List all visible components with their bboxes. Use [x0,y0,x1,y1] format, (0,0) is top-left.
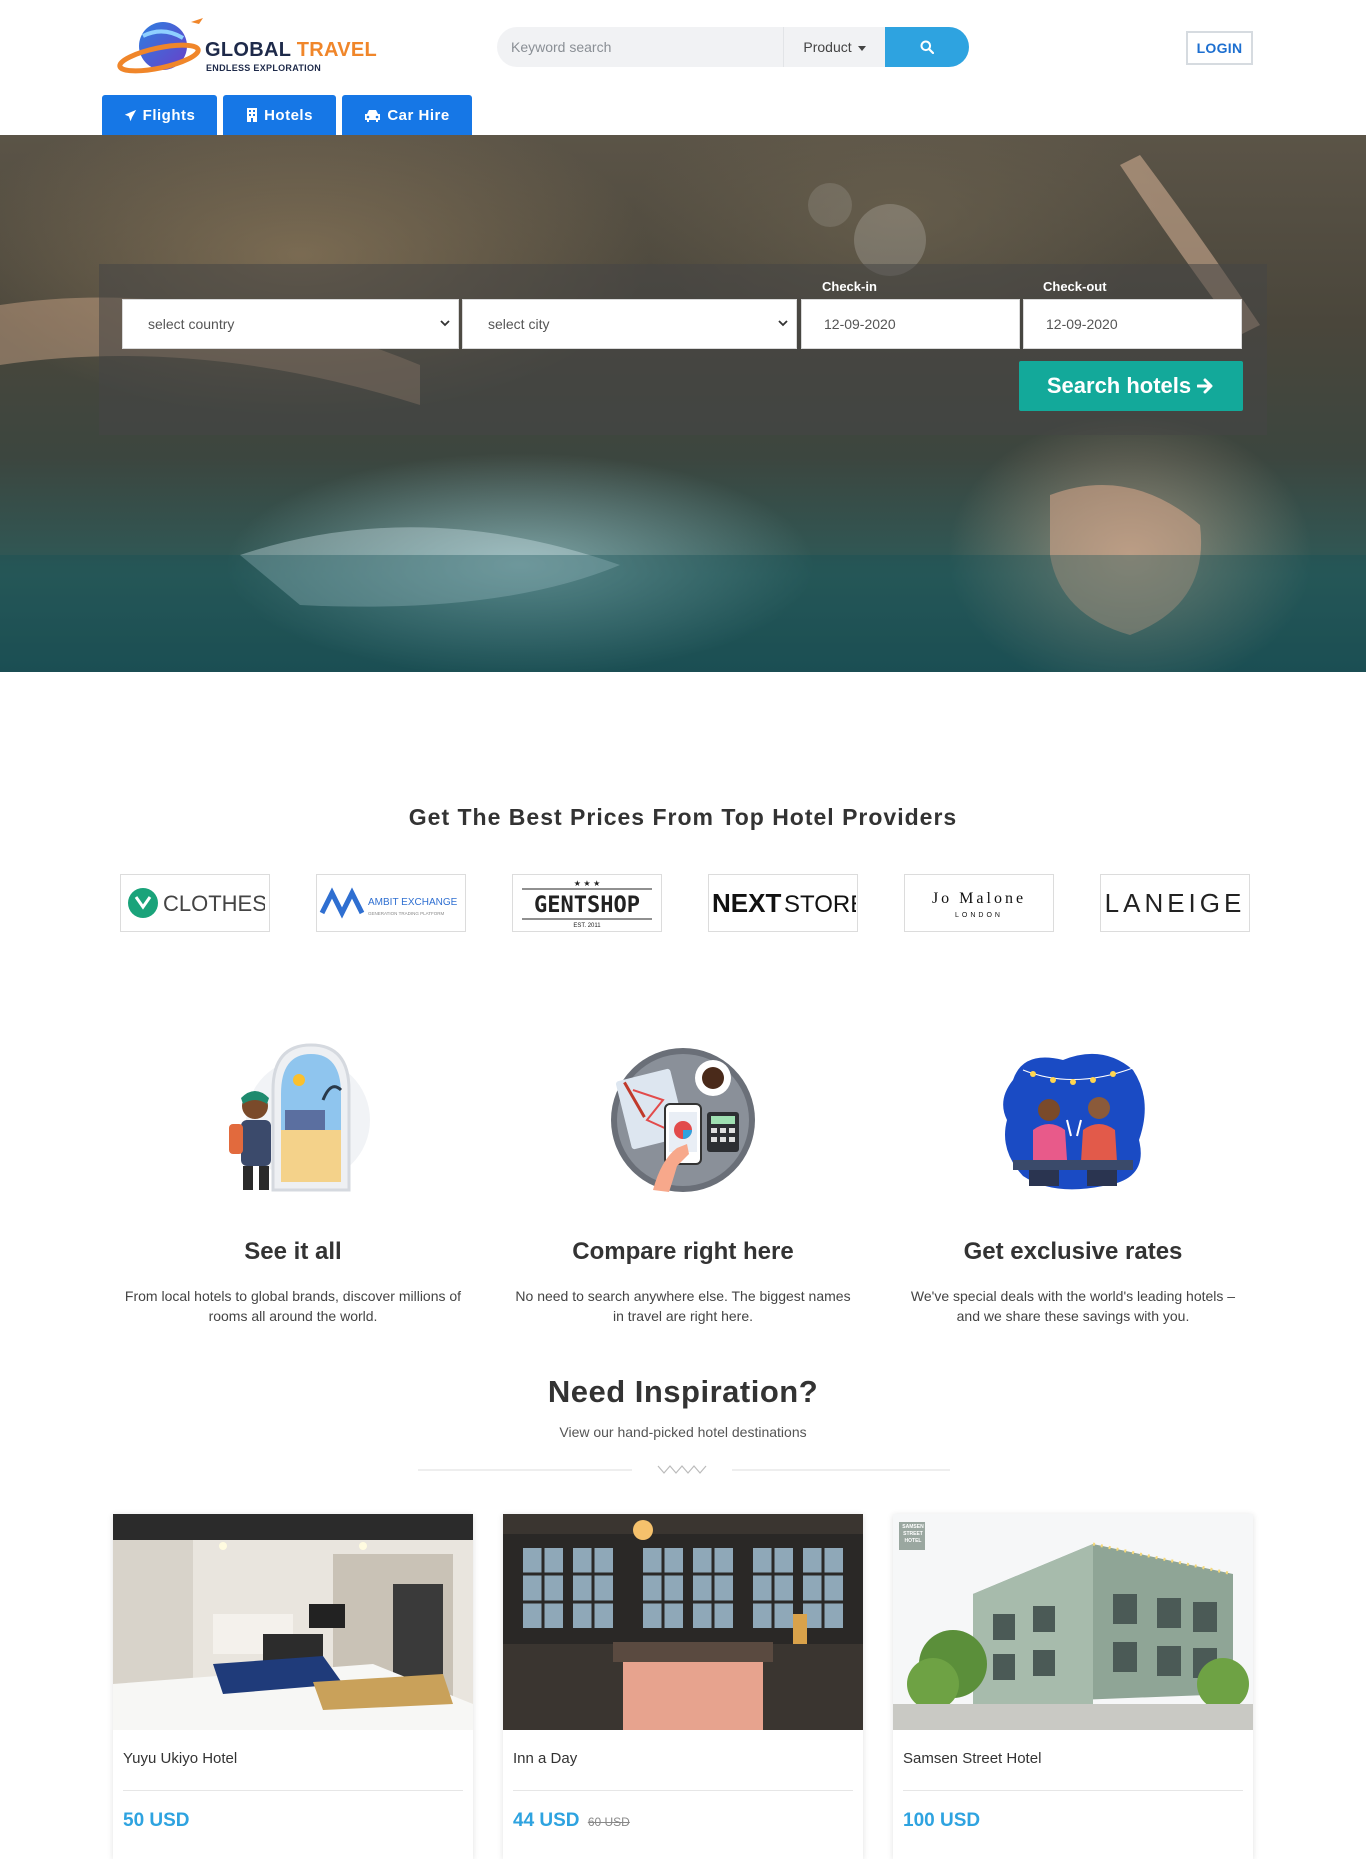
provider-gentshop-est: EST. 2011 [573,923,601,929]
provider-jomalone-city: LONDON [955,912,1003,919]
feature-title: Compare right here [572,1238,794,1265]
provider-logo-clothes[interactable]: CLOTHES [120,874,270,932]
arrow-right-icon [1197,378,1213,394]
hotel-card[interactable]: Yuyu Ukiyo Hotel 50 USD [113,1514,473,1859]
provider-next-text: NEXT [712,888,781,918]
hotel-photo[interactable]: SAMSEN STREET HOTEL [893,1514,1253,1730]
tab-flights-label: Flights [142,106,196,124]
tab-flights[interactable]: Flights [102,95,217,135]
hotel-card[interactable]: Inn a Day 44 USD 60 USD [503,1514,863,1859]
search-button[interactable] [885,27,969,67]
card-divider [123,1790,463,1791]
tab-car-hire[interactable]: Car Hire [342,95,472,135]
globe-logo-icon [117,18,203,74]
hotel-price: 100 USD [903,1810,980,1832]
inspiration-subtitle: View our hand-picked hotel destinations [559,1424,807,1440]
provider-logo-ambit[interactable]: AMBIT EXCHANGE GENERATION TRADING PLATFO… [316,874,466,932]
chevron-down-icon [440,320,450,327]
building-icon [247,108,258,122]
compare-phone-illustration [611,1048,755,1192]
provider-logo-laneige[interactable]: LANEIGE [1100,874,1250,932]
plane-icon [124,109,136,121]
feature-list: See it all From local hotels to global b… [113,1040,1253,1326]
hotel-price: 50 USD [123,1810,190,1832]
hotel-photo[interactable] [113,1514,473,1730]
checkin-date-input[interactable]: 12-09-2020 [801,299,1020,349]
provider-logo-jomalone[interactable]: Jo Malone LONDON [904,874,1054,932]
brand-tagline: ENDLESS EXPLORATION [206,63,322,73]
caret-down-icon [857,45,866,51]
provider-store-text: STORE [784,891,856,918]
product-dropdown[interactable]: Product [783,27,885,67]
feature-title: See it all [244,1238,342,1265]
checkout-date-input[interactable]: 12-09-2020 [1023,299,1242,349]
tab-car-hire-label: Car Hire [387,106,450,124]
hotel-old-price: 60 USD [587,1815,630,1829]
feature-title: Get exclusive rates [963,1238,1183,1265]
feature-exclusive-rates: Get exclusive rates We've special deals … [893,1040,1253,1326]
hotel-sign: SAMSEN STREET HOTEL [902,1524,924,1544]
feature-see-it-all: See it all From local hotels to global b… [113,1040,473,1326]
hotel-cards: Yuyu Ukiyo Hotel 50 USD Inn a Day 44 USD… [113,1514,1253,1859]
brand-name-part1: GLOBAL [205,39,291,61]
checkout-date-value: 12-09-2020 [1046,316,1118,332]
city-select-value: select city [488,316,550,332]
checkout-label: Check-out [1043,279,1107,294]
product-tabs: Flights Hotels Car Hire [102,95,472,135]
checkin-date-value: 12-09-2020 [824,316,896,332]
provider-clothes-text: CLOTHES [163,891,265,916]
feature-compare: Compare right here No need to search any… [503,1040,863,1326]
search-hotels-label: Search hotels [1046,373,1192,398]
hotel-name[interactable]: Yuyu Ukiyo Hotel [123,1750,237,1767]
keyword-search-bar: Product [497,27,969,67]
hotel-price-value: 100 USD [903,1810,981,1831]
provider-ambit-text: AMBIT EXCHANGE [368,897,458,908]
provider-laneige-text: LANEIGE [1105,888,1246,918]
hero-banner: Check-in Check-out select country select… [0,135,1366,672]
brand-logo[interactable]: GLOBAL TRAVEL ENDLESS EXPLORATION [113,16,378,80]
provider-logo-gentshop[interactable]: ★ ★ ★ GENTSHOP EST. 2011 [512,874,662,932]
inspiration-title: Need Inspiration? [547,1374,819,1409]
feature-text: From local hotels to global brands, disc… [124,1288,462,1324]
providers-title: Get The Best Prices From Top Hotel Provi… [408,804,958,830]
provider-logos: CLOTHES AMBIT EXCHANGE GENERATION TRADIN… [120,874,1250,932]
card-divider [513,1790,853,1791]
wave-divider [418,1465,950,1474]
car-icon [365,109,381,122]
product-dropdown-label: Product [803,39,852,55]
city-select[interactable]: select city [462,299,797,349]
checkin-label: Check-in [822,279,877,294]
provider-gentshop-text: GENTSHOP [534,893,640,918]
card-divider [903,1790,1243,1791]
hotel-name[interactable]: Samsen Street Hotel [903,1750,1041,1767]
country-select-value: select country [148,316,235,332]
svg-text:★ ★ ★: ★ ★ ★ [574,879,601,888]
chevron-down-icon [778,320,788,327]
brand-name-part2: TRAVEL [296,39,378,61]
hotel-card[interactable]: SAMSEN STREET HOTEL Samsen Street Hotel … [893,1514,1253,1859]
couple-dinner-illustration [1003,1053,1145,1190]
provider-logo-nextstore[interactable]: NEXT STORE [708,874,858,932]
search-icon [920,40,934,54]
hotel-name[interactable]: Inn a Day [513,1750,577,1767]
provider-jomalone-text: Jo Malone [932,890,1026,907]
traveler-window-illustration [229,1043,370,1192]
hotel-price-value: 50 USD [123,1810,190,1831]
feature-text: We've special deals with the world's lea… [910,1288,1236,1324]
provider-ambit-subtext: GENERATION TRADING PLATFORM [368,911,445,916]
hotel-price-value: 44 USD [513,1810,580,1831]
keyword-search-input[interactable] [497,27,783,67]
search-hotels-button[interactable]: Search hotels [1019,361,1243,411]
hotel-photo[interactable] [503,1514,863,1730]
tab-hotels[interactable]: Hotels [223,95,336,135]
login-button[interactable]: LOGIN [1186,31,1253,65]
hotel-price: 44 USD 60 USD [513,1810,630,1832]
tab-hotels-label: Hotels [264,106,313,124]
feature-text: No need to search anywhere else. The big… [515,1288,851,1324]
country-select[interactable]: select country [122,299,459,349]
site-header: GLOBAL TRAVEL ENDLESS EXPLORATION Produc… [0,0,1366,135]
